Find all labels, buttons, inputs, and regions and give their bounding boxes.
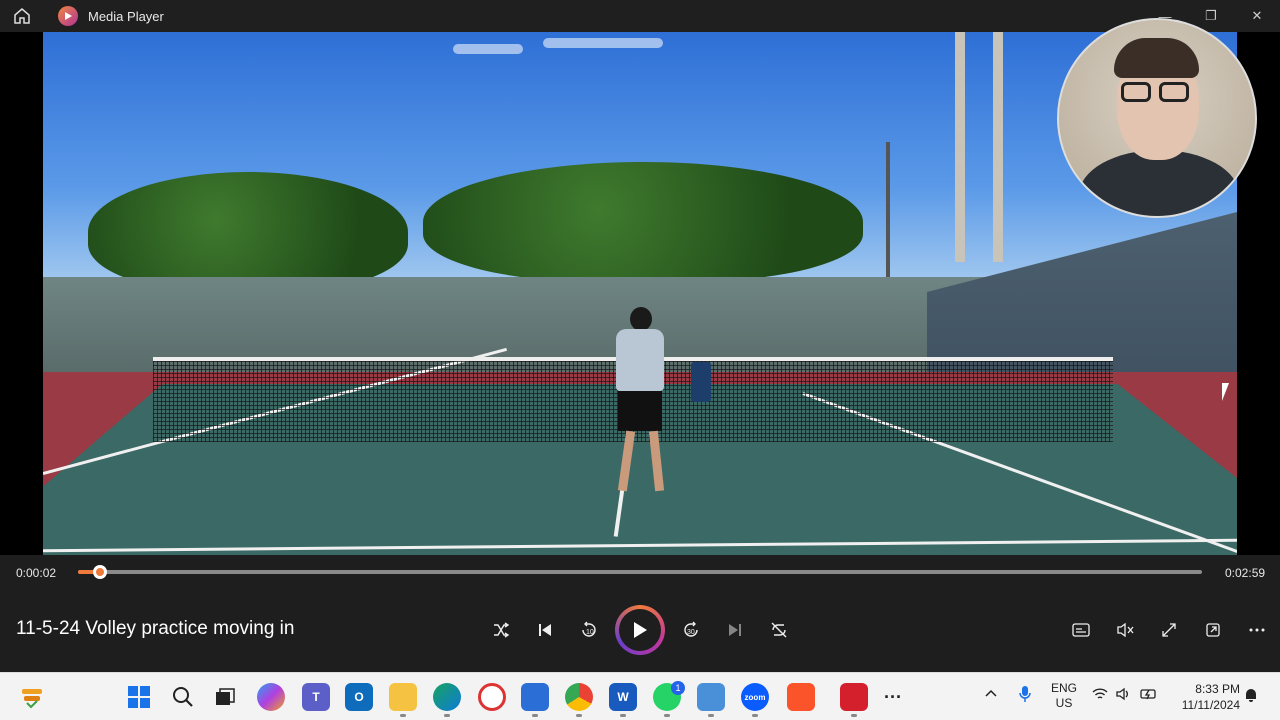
play-icon: [634, 622, 647, 638]
file-explorer-app[interactable]: [389, 683, 417, 711]
tree: [423, 162, 863, 282]
clock-date: 11/11/2024: [1181, 698, 1240, 712]
ellipsis-icon: ···: [884, 686, 902, 707]
cloud: [543, 38, 663, 48]
home-icon: [14, 8, 30, 24]
media-title: 11-5-24 Volley practice moving in: [16, 618, 295, 639]
tennis-player: [608, 307, 668, 507]
skip-back-button[interactable]: 10: [573, 614, 605, 646]
home-button[interactable]: [0, 0, 44, 32]
language-line1: ENG: [1050, 681, 1077, 695]
language-line2: US: [1055, 696, 1073, 710]
utility-pole: [993, 32, 1003, 262]
tree: [88, 172, 408, 292]
start-button[interactable]: [125, 683, 153, 711]
copilot-app[interactable]: [257, 683, 285, 711]
whatsapp-badge: 1: [671, 681, 685, 695]
mini-player-icon: [1206, 623, 1220, 637]
shuffle-icon: [494, 622, 510, 638]
app-title: Media Player: [88, 8, 164, 24]
microphone-button[interactable]: [1018, 685, 1032, 706]
microphone-icon: [1019, 686, 1031, 702]
mouse-cursor-icon: [1222, 383, 1236, 401]
widgets-button[interactable]: [18, 683, 46, 711]
elapsed-time: 0:00:02: [16, 566, 57, 580]
more-icon: [1249, 628, 1265, 632]
previous-icon: [539, 624, 551, 636]
screen-recorder-app[interactable]: [478, 683, 506, 711]
task-view-button[interactable]: [211, 683, 239, 711]
chevron-up-icon: [985, 689, 997, 697]
photos-app[interactable]: [697, 683, 725, 711]
zoom-app[interactable]: zoom: [741, 683, 769, 711]
snipping-tool-app[interactable]: [521, 683, 549, 711]
captions-button[interactable]: [1065, 614, 1097, 646]
battery-charging-icon: [1140, 689, 1156, 700]
repeat-button[interactable]: [763, 614, 795, 646]
windows-icon: [128, 686, 150, 708]
more-options-button[interactable]: [1241, 614, 1273, 646]
cloud: [453, 44, 523, 54]
shuffle-button[interactable]: [485, 614, 517, 646]
widgets-icon: [22, 689, 42, 709]
next-button[interactable]: [719, 614, 751, 646]
seek-thumb[interactable]: [93, 565, 108, 579]
word-app[interactable]: W: [609, 683, 637, 711]
more-apps-button[interactable]: ···: [879, 683, 907, 711]
utility-pole: [886, 142, 890, 282]
volume-icon: [1116, 687, 1128, 701]
language-indicator[interactable]: ENG US: [1049, 681, 1079, 711]
teams-icon: T: [312, 690, 320, 704]
ball-cart: [691, 362, 711, 402]
edge-app[interactable]: [433, 683, 461, 711]
skip-forward-icon: 30: [684, 621, 698, 637]
close-button[interactable]: ✕: [1234, 0, 1280, 32]
total-duration: 0:02:59: [1225, 566, 1266, 580]
previous-button[interactable]: [529, 614, 561, 646]
repeat-off-icon: [771, 622, 787, 638]
outlook-icon: O: [354, 690, 364, 704]
word-icon: W: [617, 690, 629, 704]
media-player-app-icon: [58, 6, 78, 26]
system-status-button[interactable]: [1092, 687, 1158, 701]
fullscreen-icon: [1162, 623, 1176, 637]
utility-pole: [955, 32, 965, 262]
acrobat-app[interactable]: [840, 683, 868, 711]
outlook-app[interactable]: O: [345, 683, 373, 711]
fullscreen-button[interactable]: [1153, 614, 1185, 646]
skip-forward-label: 30: [687, 629, 695, 636]
captions-icon: [1072, 623, 1090, 637]
playback-controls: 0:00:02 0:02:59 11-5-24 Volley practice …: [0, 555, 1280, 672]
chrome-app[interactable]: [565, 683, 593, 711]
wifi-icon: [1092, 688, 1108, 699]
zoom-icon: zoom: [744, 692, 766, 702]
mini-player-button[interactable]: [1197, 614, 1229, 646]
webcam-overlay: [1057, 18, 1257, 218]
show-hidden-icons-button[interactable]: [984, 687, 998, 701]
notifications-button[interactable]: [1244, 687, 1258, 706]
teams-app[interactable]: T: [302, 683, 330, 711]
search-icon: [173, 687, 193, 707]
seek-bar[interactable]: [78, 565, 1202, 579]
search-button[interactable]: [169, 683, 197, 711]
skip-back-label: 10: [586, 629, 594, 636]
taskbar: T O W 1 zoom ··· ENG US 8:33 PM 11/11/20…: [0, 672, 1280, 720]
mute-button[interactable]: [1109, 614, 1141, 646]
play-button[interactable]: [615, 605, 665, 655]
task-view-icon: [216, 688, 235, 705]
skip-forward-button[interactable]: 30: [675, 614, 707, 646]
skip-back-icon: 10: [582, 621, 596, 637]
bell-icon: [1246, 689, 1256, 702]
clock[interactable]: 8:33 PM 11/11/2024: [1170, 681, 1240, 713]
volume-mute-icon: [1117, 622, 1134, 638]
next-icon: [729, 624, 741, 636]
title-bar: Media Player — ❐ ✕: [0, 0, 1280, 32]
brave-app[interactable]: [787, 683, 815, 711]
clock-time: 8:33 PM: [1195, 682, 1240, 696]
